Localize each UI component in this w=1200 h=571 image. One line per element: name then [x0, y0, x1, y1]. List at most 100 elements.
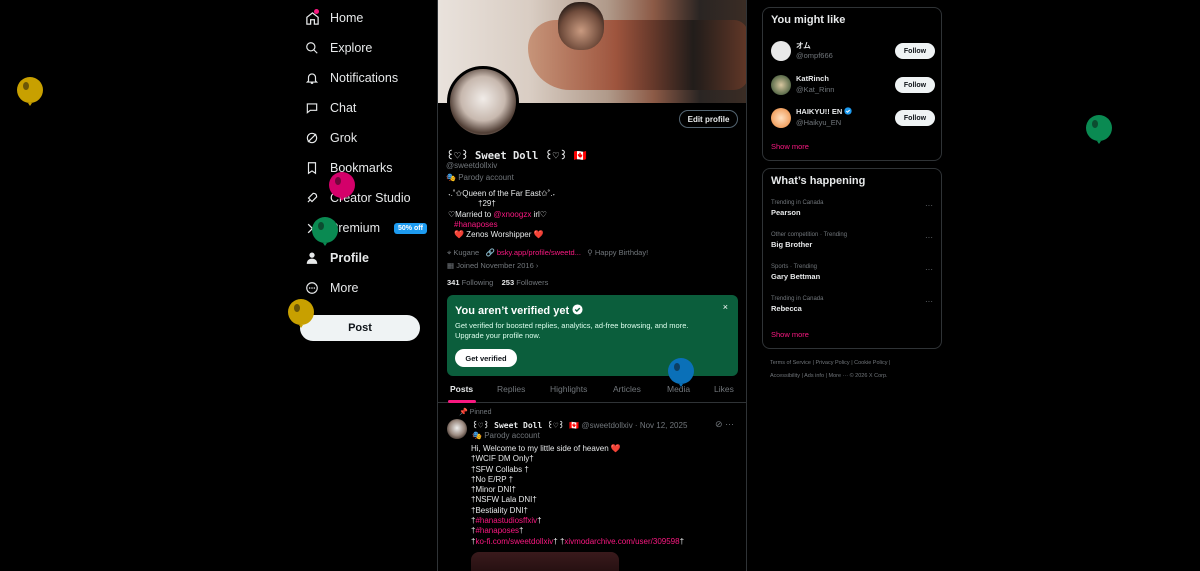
nav-chat[interactable]: Chat: [304, 93, 356, 123]
post-button[interactable]: Post: [300, 315, 420, 341]
bio-mention-link[interactable]: @xnoogzx: [493, 210, 531, 219]
avatar[interactable]: [771, 108, 791, 128]
mask-icon: 🎭: [472, 431, 482, 440]
whats-happening-card: What’s happening Trending in Canada Pear…: [762, 168, 942, 349]
tweet-actions: ⊘ ···: [715, 419, 734, 430]
more-dots-icon[interactable]: ···: [925, 201, 933, 210]
bio-line-5: ❤️ Zenos Worshipper ❤️: [454, 230, 544, 240]
tweet-modarchive-link[interactable]: xivmodarchive.com/user/309598: [564, 537, 679, 546]
pin-icon: 📌: [459, 409, 468, 416]
suggestion-row[interactable]: HAIKYU!! EN @Haikyu_EN Follow: [771, 105, 935, 131]
tweet-hashtag-link[interactable]: #hanaposes: [475, 526, 519, 535]
pinned-text: Pinned: [469, 409, 492, 416]
tab-posts[interactable]: Posts: [450, 384, 473, 394]
chevron-right-icon[interactable]: ›: [536, 261, 539, 270]
suggestion-row[interactable]: KatRinch @Kat_Rinn Follow: [771, 72, 935, 98]
nav-more-label: More: [330, 281, 359, 295]
profile-location: Kugane: [453, 248, 480, 257]
trend-item[interactable]: Trending in Canada Pearson ···: [771, 200, 935, 217]
trend-context: Trending in Canada: [771, 296, 824, 302]
more-dots-icon[interactable]: ···: [925, 265, 933, 274]
nav-grok-label: Grok: [330, 131, 358, 145]
nav-profile-label: Profile: [330, 251, 369, 265]
following-link[interactable]: 341 Following: [447, 278, 493, 287]
profile-link[interactable]: bsky.app/profile/sweetd...: [497, 248, 581, 257]
trend-item[interactable]: Other competition · Trending Big Brother…: [771, 232, 935, 249]
tweet-line: †Bestiality DNI†: [471, 505, 528, 515]
tweet-line: †Minor DNI†: [471, 485, 516, 495]
nav-creator-studio[interactable]: Creator Studio: [304, 183, 411, 213]
trend-item[interactable]: Trending in Canada Rebecca ···: [771, 296, 935, 313]
following-label: Following: [461, 278, 494, 287]
tweet-line: †WCIF DM Only†: [471, 454, 534, 464]
banner-figure-head: [558, 2, 604, 50]
tab-likes[interactable]: Likes: [714, 384, 734, 394]
tweet-parody-text: Parody account: [484, 431, 540, 440]
trend-item[interactable]: Sports · Trending Gary Bettman ···: [771, 264, 935, 281]
more-dots-icon[interactable]: ···: [925, 297, 933, 306]
follow-button[interactable]: Follow: [895, 110, 935, 126]
avatar[interactable]: [771, 41, 791, 61]
bell-icon: [304, 70, 320, 86]
more-dots-icon[interactable]: ···: [925, 233, 933, 242]
follow-button[interactable]: Follow: [895, 43, 935, 59]
nav-notifications[interactable]: Notifications: [304, 63, 398, 93]
more-dots-icon[interactable]: ···: [725, 419, 734, 429]
parody-text: Parody account: [458, 173, 514, 182]
tab-highlights[interactable]: Highlights: [550, 384, 587, 394]
get-verified-button[interactable]: Get verified: [455, 349, 517, 367]
premium-discount-badge: 50% off: [394, 222, 427, 234]
footer-line-1[interactable]: Terms of Service | Privacy Policy | Cook…: [770, 357, 940, 370]
grok-icon: [304, 130, 320, 146]
bio-married-text: ♡Married to: [448, 209, 494, 219]
footer-line-2[interactable]: Accessibility | Ads info | More ··· © 20…: [770, 370, 940, 383]
avatar[interactable]: [771, 75, 791, 95]
nav-home[interactable]: Home: [304, 3, 363, 33]
who-to-follow-title: You might like: [771, 14, 846, 26]
trend-name: Rebecca: [771, 304, 802, 313]
mask-icon: 🎭: [446, 173, 456, 182]
profile-avatar[interactable]: [447, 66, 519, 138]
tweet-author-name[interactable]: ꒰♡꒱ Sweet Doll ꒰♡꒱ 🇨🇦: [472, 421, 579, 430]
suggestion-name-row: HAIKYU!! EN: [796, 107, 853, 116]
who-to-follow-card: You might like オム @ompf666 Follow KatRin…: [762, 7, 942, 161]
trend-name: Gary Bettman: [771, 272, 821, 281]
calendar-icon: ▦: [447, 261, 455, 270]
tweet-media[interactable]: [471, 552, 619, 571]
footer-links[interactable]: Terms of Service | Privacy Policy | Cook…: [770, 357, 940, 382]
tweet-hashtag-link[interactable]: #hanastudiosffxiv: [475, 516, 537, 525]
follow-button[interactable]: Follow: [895, 77, 935, 93]
trends-show-more[interactable]: Show more: [771, 330, 809, 339]
balloon-icon: ⚲: [587, 248, 593, 257]
suggestion-row[interactable]: オム @ompf666 Follow: [771, 38, 935, 64]
grok-icon[interactable]: ⊘: [715, 419, 723, 429]
tweet-line: †#hanaposes†: [471, 526, 524, 536]
bookmark-icon: [304, 160, 320, 176]
profile-name: ꒰♡꒱ Sweet Doll ꒰♡꒱ 🇨🇦: [446, 150, 587, 162]
tweet-line: †SFW Collabs †: [471, 464, 529, 474]
home-notification-dot: [314, 9, 319, 14]
profile-stats: 341 Following 253 Followers: [447, 278, 548, 287]
bio-hashtag-link[interactable]: #hanaposes: [448, 220, 738, 230]
edit-profile-button[interactable]: Edit profile: [679, 110, 738, 128]
parody-label: 🎭 Parody account: [446, 173, 514, 182]
who-to-follow-show-more[interactable]: Show more: [771, 142, 809, 151]
verification-title-row: You aren’t verified yet: [455, 304, 583, 317]
close-icon[interactable]: ×: [723, 302, 728, 312]
joined-row: ▦ Joined November 2016 ›: [447, 261, 742, 270]
bio-line-1: ˖.˚✩Queen of the Far East✩˚.˖: [448, 189, 556, 198]
tweet-kofi-link[interactable]: ko-fi.com/sweetdollxiv: [475, 537, 553, 546]
tweet-avatar[interactable]: [447, 419, 467, 439]
profile-birthday: Happy Birthday!: [594, 248, 649, 257]
trend-context: Other competition · Trending: [771, 232, 848, 238]
tab-articles[interactable]: Articles: [613, 384, 641, 394]
nav-grok[interactable]: Grok: [304, 123, 357, 153]
suggestion-handle: @Kat_Rinn: [796, 85, 835, 94]
pinned-label: 📌 Pinned: [459, 408, 491, 416]
profile-tabs: Posts Replies Highlights Articles Media …: [438, 378, 746, 403]
followers-link[interactable]: 253 Followers: [502, 278, 549, 287]
tweet-header: ꒰♡꒱ Sweet Doll ꒰♡꒱ 🇨🇦 @sweetdollxiv · No…: [472, 419, 687, 430]
tab-replies[interactable]: Replies: [497, 384, 525, 394]
location-icon: ⌖: [447, 248, 452, 257]
nav-explore[interactable]: Explore: [304, 33, 372, 63]
